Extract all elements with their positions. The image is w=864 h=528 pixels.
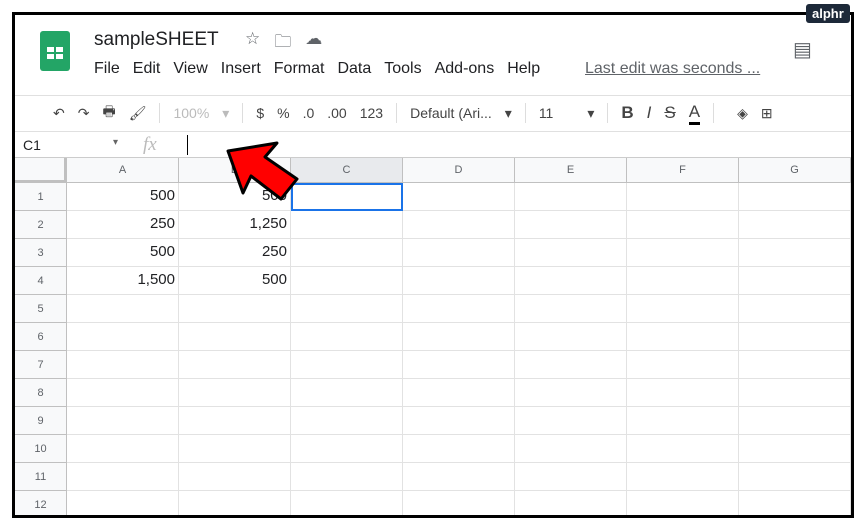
arrow-shape [226, 141, 299, 201]
red-arrow-annotation [226, 141, 299, 201]
alphr-watermark: alphr [806, 4, 850, 23]
sheets-window: sampleSHEET ☆ 🗀 ☁ File Edit View Insert Form… [12, 12, 854, 518]
